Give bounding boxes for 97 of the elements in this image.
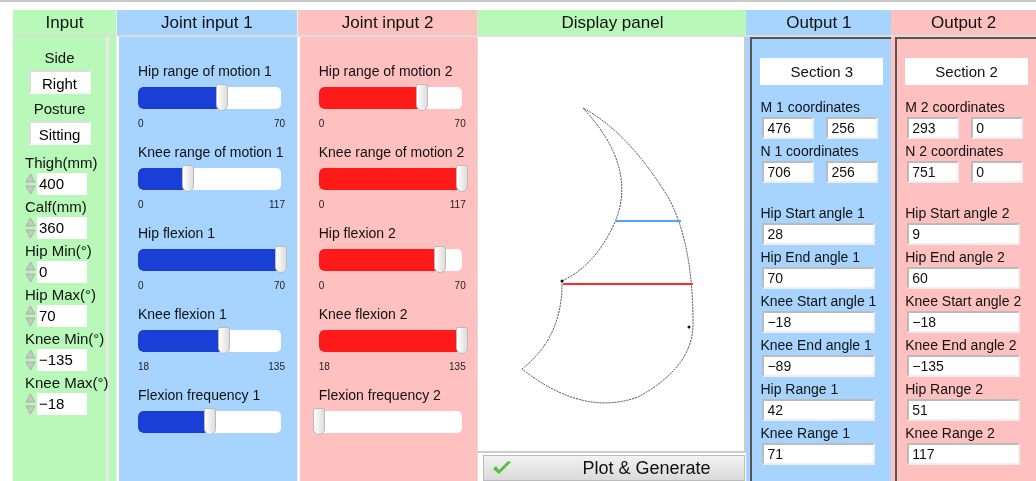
spin-arrows-icon[interactable] [25, 217, 36, 239]
section-field: Section 3 [760, 58, 884, 85]
plot-generate-button[interactable]: Plot & Generate [483, 455, 746, 481]
slider-thumb[interactable] [434, 246, 447, 273]
tick-label: 70 [273, 118, 285, 130]
slider-label: Knee range of motion 1 [138, 144, 285, 160]
tick-label: 135 [449, 361, 466, 373]
output-field[interactable]: 60 [907, 267, 1021, 289]
field-label: Knee Range 2 [905, 425, 996, 441]
slider-label: Hip flexion 1 [138, 225, 217, 241]
tick-label: 135 [268, 361, 285, 373]
number-field[interactable]: −135 [37, 349, 87, 371]
output-field[interactable]: 256 [826, 117, 879, 139]
slider-thumb[interactable] [216, 84, 229, 111]
tick-label: 117 [269, 199, 285, 211]
number-field[interactable]: 0 [37, 261, 87, 283]
output-field[interactable]: 0 [971, 117, 1024, 139]
tick-label: 18 [138, 361, 150, 373]
field-label: N 1 coordinates [760, 143, 860, 159]
field-label: Knee Min(°) [25, 330, 106, 347]
spin-arrows-icon[interactable] [25, 261, 36, 283]
output-field[interactable]: −18 [762, 311, 876, 333]
panel-header: Output 2 [891, 10, 1036, 37]
field-label: Knee Start angle 1 [760, 293, 878, 309]
field-label: M 1 coordinates [760, 99, 862, 115]
output-field[interactable]: 293 [907, 117, 960, 139]
field-label: Posture [33, 100, 86, 117]
field-label: Knee Start angle 2 [905, 293, 1023, 309]
slider-label: Hip range of motion 1 [138, 63, 273, 79]
output-field[interactable]: 476 [762, 117, 815, 139]
field-label: Thigh(mm) [25, 154, 99, 171]
tick-label: 0 [138, 199, 144, 211]
slider-label: Flexion frequency 2 [318, 387, 442, 403]
tick-label: 70 [273, 280, 285, 292]
output-field[interactable]: 0 [971, 161, 1024, 183]
number-field[interactable]: 70 [37, 305, 87, 327]
slider-thumb[interactable] [275, 246, 287, 273]
slider-thumb[interactable] [182, 165, 195, 192]
output-field[interactable]: 71 [762, 443, 876, 465]
slider-label: Knee range of motion 2 [318, 144, 466, 160]
output-field[interactable]: 70 [762, 267, 876, 289]
section-field: Section 2 [905, 58, 1028, 85]
output-field[interactable]: 28 [762, 223, 876, 245]
number-field[interactable]: 400 [37, 173, 87, 195]
slider-label: Hip range of motion 2 [318, 63, 454, 79]
output-field[interactable]: 9 [907, 223, 1021, 245]
slider-label: Knee flexion 2 [318, 306, 409, 322]
field-label: Hip Range 2 [905, 381, 985, 397]
output-field[interactable]: 117 [907, 443, 1021, 465]
panel-header: Display panel [478, 10, 747, 37]
tick-label: 0 [138, 280, 144, 292]
value-field[interactable]: Right [28, 70, 91, 94]
panel-header: Joint input 2 [297, 10, 478, 37]
field-label: Knee Max(°) [25, 374, 106, 391]
number-field[interactable]: −18 [37, 393, 87, 415]
field-label: Hip Start angle 2 [905, 205, 1011, 221]
output-field[interactable]: 751 [907, 161, 960, 183]
number-field[interactable]: 360 [37, 217, 87, 239]
field-label: Hip End angle 2 [905, 249, 1006, 265]
field-label: Hip Start angle 1 [760, 205, 866, 221]
panel-header: Joint input 1 [117, 10, 297, 37]
spin-arrows-icon[interactable] [25, 305, 36, 327]
field-label: Knee End angle 1 [760, 337, 873, 353]
slider-thumb[interactable] [312, 408, 325, 435]
spin-arrows-icon[interactable] [25, 349, 36, 371]
tick-label: 0 [318, 199, 325, 211]
field-label: N 2 coordinates [905, 143, 1005, 159]
output-field[interactable]: 706 [762, 161, 815, 183]
checkmark-icon [492, 460, 513, 476]
slider-label: Flexion frequency 1 [138, 387, 262, 403]
output-field[interactable]: 51 [907, 399, 1021, 421]
field-label: Side [44, 49, 75, 66]
output-field[interactable]: 256 [826, 161, 879, 183]
field-label: Calf(mm) [25, 198, 88, 215]
tick-label: 0 [318, 280, 325, 292]
tick-label: 0 [138, 118, 144, 130]
field-label: Hip End angle 1 [760, 249, 862, 265]
output-field[interactable]: −89 [762, 355, 876, 377]
field-label: Knee End angle 2 [905, 337, 1018, 353]
output-field[interactable]: 42 [762, 399, 876, 421]
field-label: Hip Max(°) [25, 286, 97, 303]
spin-arrows-icon[interactable] [25, 173, 36, 195]
output-field[interactable]: −135 [907, 355, 1021, 377]
output-field[interactable]: −18 [907, 311, 1021, 333]
tick-label: 70 [454, 118, 466, 130]
tick-label: 70 [454, 280, 466, 292]
tick-label: 117 [449, 199, 466, 211]
field-label: Hip Range 1 [760, 381, 840, 397]
field-label: Knee Range 1 [760, 425, 851, 441]
field-label: M 2 coordinates [905, 99, 1006, 115]
tick-label: 18 [318, 361, 330, 373]
tick-label: 0 [318, 118, 325, 130]
field-label: Hip Min(°) [25, 242, 93, 259]
spin-arrows-icon[interactable] [25, 393, 36, 415]
value-field[interactable]: Sitting [28, 121, 91, 145]
slider-label: Knee flexion 1 [138, 306, 228, 322]
slider-label: Hip flexion 2 [318, 225, 397, 241]
